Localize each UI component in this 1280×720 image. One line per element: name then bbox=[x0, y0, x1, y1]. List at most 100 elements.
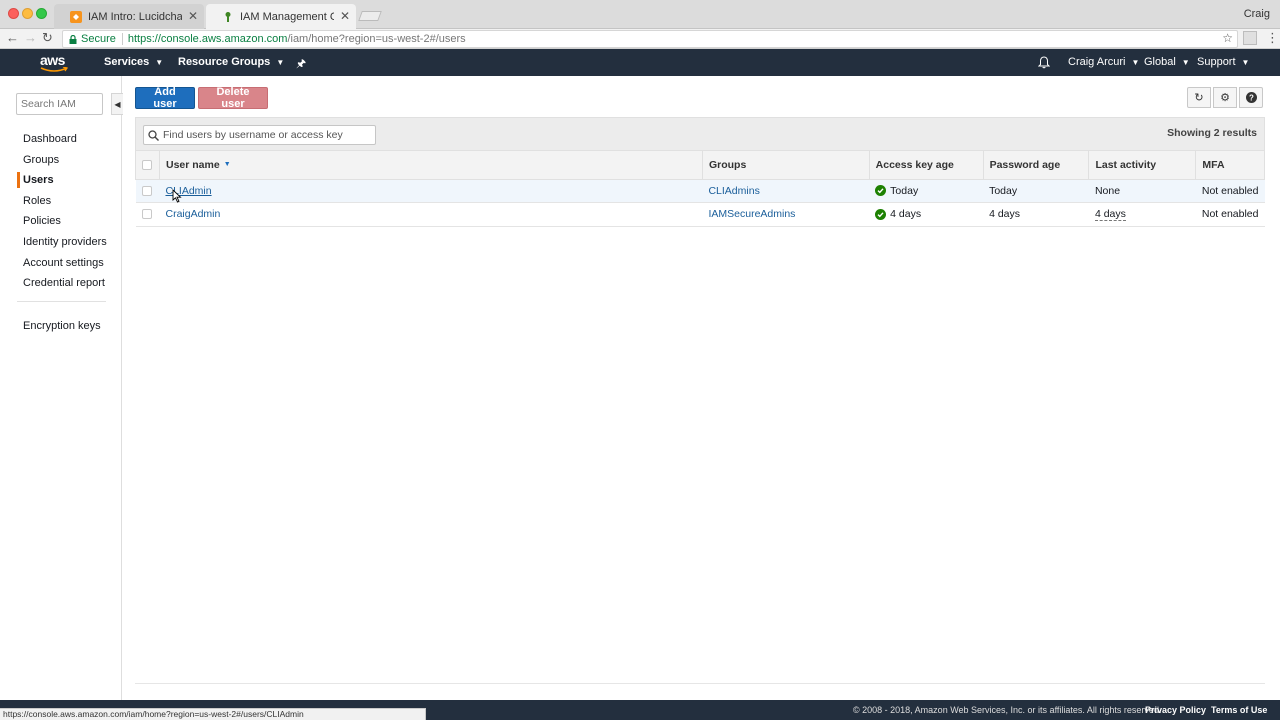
tab-title: IAM Management Console bbox=[240, 11, 334, 23]
group-link[interactable]: IAMSecureAdmins bbox=[708, 208, 795, 220]
privacy-policy-link[interactable]: Privacy Policy bbox=[1145, 705, 1206, 715]
row-checkbox[interactable] bbox=[141, 185, 152, 196]
reload-icon[interactable]: ↻ bbox=[42, 30, 53, 46]
services-label: Services bbox=[104, 56, 150, 68]
password-age-cell: 4 days bbox=[983, 202, 1089, 227]
last-activity-value[interactable]: 4 days bbox=[1094, 208, 1126, 222]
new-tab-button[interactable] bbox=[358, 11, 382, 21]
resource-groups-menu[interactable]: Resource Groups ▼ bbox=[178, 56, 284, 68]
support-label: Support bbox=[1197, 56, 1236, 68]
extension-icon[interactable] bbox=[1243, 31, 1257, 45]
check-circle-icon bbox=[875, 208, 887, 220]
lucidchart-favicon-icon bbox=[70, 10, 82, 23]
user-name-cell: CraigAdmin bbox=[159, 202, 703, 227]
column-mfa[interactable]: MFA bbox=[1195, 151, 1265, 180]
account-menu[interactable]: Craig Arcuri ▼ bbox=[1068, 56, 1139, 68]
aws-key-favicon-icon bbox=[225, 12, 231, 22]
sidebar-item-encryption-keys[interactable]: Encryption keys bbox=[23, 320, 101, 332]
column-access-key-age[interactable]: Access key age bbox=[868, 151, 984, 180]
result-count: Showing 2 results bbox=[1167, 127, 1257, 139]
lock-icon bbox=[69, 34, 77, 44]
sidebar-item-account-settings[interactable]: Account settings bbox=[0, 253, 121, 274]
mouse-cursor-icon bbox=[172, 189, 182, 203]
help-icon: ? bbox=[1245, 92, 1257, 103]
support-menu[interactable]: Support ▼ bbox=[1197, 56, 1249, 68]
table-header-row: User name ▼ Groups Access key age Passwor… bbox=[135, 151, 1265, 180]
browser-tab-lucidchart[interactable]: IAM Intro: Lucidchart ✕ bbox=[54, 4, 204, 29]
forward-arrow-icon[interactable]: → bbox=[24, 30, 37, 45]
last-activity-cell: 4 days bbox=[1088, 202, 1196, 227]
chevron-down-icon: ▼ bbox=[1181, 57, 1190, 67]
user-name-link[interactable]: CraigAdmin bbox=[165, 208, 220, 220]
search-iam-input[interactable] bbox=[16, 93, 103, 115]
svg-text:?: ? bbox=[1249, 94, 1254, 103]
column-label: MFA bbox=[1202, 158, 1225, 171]
mfa-cell: Not enabled bbox=[1195, 202, 1265, 227]
users-table-panel: Showing 2 results User name▼ Groups Acce… bbox=[135, 117, 1265, 227]
help-button[interactable]: ? bbox=[1239, 87, 1263, 108]
groups-cell: IAMSecureAdmins bbox=[702, 202, 870, 227]
sidebar-item-dashboard[interactable]: Dashboard bbox=[0, 129, 121, 150]
password-age-cell: Today bbox=[983, 179, 1089, 203]
sidebar-item-users[interactable]: Users bbox=[0, 170, 121, 191]
region-menu[interactable]: Global ▼ bbox=[1144, 56, 1190, 68]
search-icon bbox=[148, 129, 159, 141]
account-name: Craig Arcuri bbox=[1068, 56, 1126, 68]
sort-desc-icon: ▼ bbox=[223, 161, 231, 169]
user-name-cell: CLIAdmin bbox=[159, 179, 703, 203]
add-user-button[interactable]: Add user bbox=[135, 86, 195, 110]
browser-tab-iam-console[interactable]: IAM Management Console ✕ bbox=[206, 4, 356, 30]
table-row[interactable]: CLIAdmin CLIAdmins Today Today None Not … bbox=[135, 179, 1265, 203]
group-link[interactable]: CLIAdmins bbox=[708, 185, 759, 197]
delete-user-button[interactable]: Delete user bbox=[198, 86, 268, 110]
iam-sidebar: ◀ Dashboard Groups Users Roles Policies … bbox=[0, 76, 123, 700]
services-menu[interactable]: Services ▼ bbox=[104, 56, 163, 68]
access-key-age: Today bbox=[890, 184, 919, 197]
sidebar-item-policies[interactable]: Policies bbox=[0, 211, 121, 232]
column-last-activity[interactable]: Last activity bbox=[1088, 151, 1197, 180]
tab-close-icon[interactable]: ✕ bbox=[340, 9, 350, 23]
access-key-age-cell: 4 days bbox=[869, 202, 984, 227]
chevron-down-icon: ▼ bbox=[1241, 57, 1250, 67]
column-label: Password age bbox=[989, 158, 1061, 171]
select-all-checkbox[interactable] bbox=[142, 159, 152, 170]
url-field[interactable]: Secure https://console.aws.amazon.com/ia… bbox=[62, 30, 1238, 48]
sidebar-item-credential-report[interactable]: Credential report bbox=[0, 273, 121, 294]
settings-button[interactable]: ⚙ bbox=[1213, 87, 1237, 108]
browser-menu-icon[interactable]: ⋮ bbox=[1266, 30, 1279, 46]
row-checkbox[interactable] bbox=[141, 209, 152, 220]
column-groups[interactable]: Groups bbox=[701, 151, 870, 180]
collapse-sidebar-button[interactable]: ◀ bbox=[111, 93, 123, 115]
column-user-name[interactable]: User name ▼ bbox=[158, 151, 703, 180]
back-arrow-icon[interactable]: ← bbox=[6, 30, 19, 45]
mfa-cell: Not enabled bbox=[1195, 179, 1265, 203]
access-key-age: 4 days bbox=[890, 208, 922, 221]
table-row[interactable]: CraigAdmin IAMSecureAdmins 4 days 4 days… bbox=[135, 202, 1265, 227]
column-label: Groups bbox=[708, 158, 747, 171]
sidebar-item-roles[interactable]: Roles bbox=[0, 191, 121, 212]
bookmark-star-icon[interactable]: ☆ bbox=[1222, 31, 1233, 45]
sidebar-item-groups[interactable]: Groups bbox=[0, 150, 121, 171]
tab-close-icon[interactable]: ✕ bbox=[188, 9, 198, 23]
refresh-button[interactable]: ↻ bbox=[1187, 87, 1211, 108]
aws-logo-text: aws bbox=[40, 52, 65, 68]
column-password-age[interactable]: Password age bbox=[982, 151, 1090, 180]
bell-icon[interactable] bbox=[1038, 56, 1050, 69]
sidebar-item-identity-providers[interactable]: Identity providers bbox=[0, 232, 121, 253]
row-select-cell bbox=[135, 179, 160, 203]
browser-profile-name[interactable]: Craig bbox=[1244, 8, 1270, 20]
secure-label: Secure bbox=[81, 33, 116, 45]
access-key-age-cell: Today bbox=[869, 179, 984, 203]
row-select-cell bbox=[135, 202, 160, 227]
window-zoom-button[interactable] bbox=[36, 8, 47, 19]
aws-logo[interactable]: aws bbox=[40, 52, 70, 72]
terms-of-use-link[interactable]: Terms of Use bbox=[1211, 705, 1267, 715]
find-users-input[interactable] bbox=[163, 129, 363, 141]
filter-field[interactable] bbox=[143, 125, 376, 145]
tab-title: IAM Intro: Lucidchart bbox=[88, 10, 182, 23]
window-close-button[interactable] bbox=[8, 8, 19, 19]
pin-icon[interactable]: 🖈 bbox=[296, 55, 306, 74]
gear-icon: ⚙ bbox=[1220, 92, 1230, 104]
window-minimize-button[interactable] bbox=[22, 8, 33, 19]
last-activity-cell: None bbox=[1088, 179, 1196, 203]
